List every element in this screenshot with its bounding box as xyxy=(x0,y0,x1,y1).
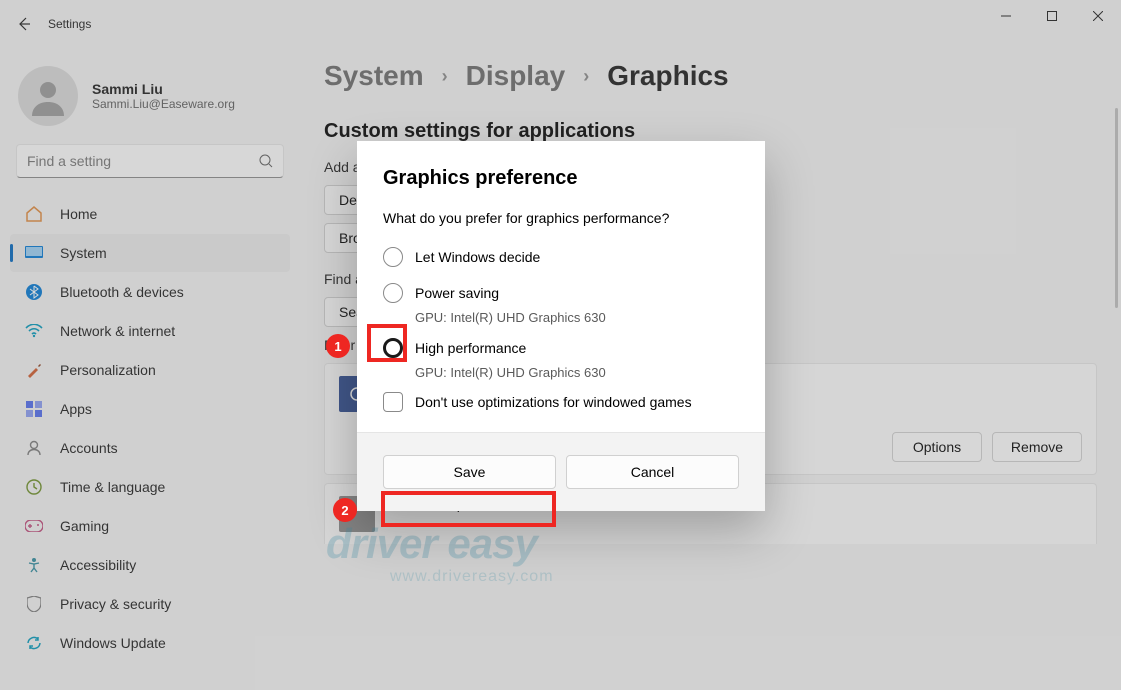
radio-icon xyxy=(383,338,403,358)
dialog-title: Graphics preference xyxy=(383,167,739,190)
radio-icon xyxy=(383,247,403,267)
checkbox-windowed-optimizations[interactable]: Don't use optimizations for windowed gam… xyxy=(383,392,739,412)
radio-power-saving[interactable]: Power saving xyxy=(383,278,739,308)
radio-high-performance[interactable]: High performance xyxy=(383,333,739,363)
radio-label: High performance xyxy=(415,340,526,356)
gpu-info: GPU: Intel(R) UHD Graphics 630 xyxy=(383,365,739,380)
save-button[interactable]: Save xyxy=(383,455,556,489)
graphics-preference-dialog: Graphics preference What do you prefer f… xyxy=(357,141,765,511)
radio-let-windows-decide[interactable]: Let Windows decide xyxy=(383,242,739,272)
cancel-button[interactable]: Cancel xyxy=(566,455,739,489)
checkbox-icon xyxy=(383,392,403,412)
gpu-info: GPU: Intel(R) UHD Graphics 630 xyxy=(383,310,739,325)
dialog-question: What do you prefer for graphics performa… xyxy=(383,210,739,226)
radio-label: Power saving xyxy=(415,285,499,301)
radio-label: Let Windows decide xyxy=(415,249,540,265)
checkbox-label: Don't use optimizations for windowed gam… xyxy=(415,394,692,410)
radio-icon xyxy=(383,283,403,303)
